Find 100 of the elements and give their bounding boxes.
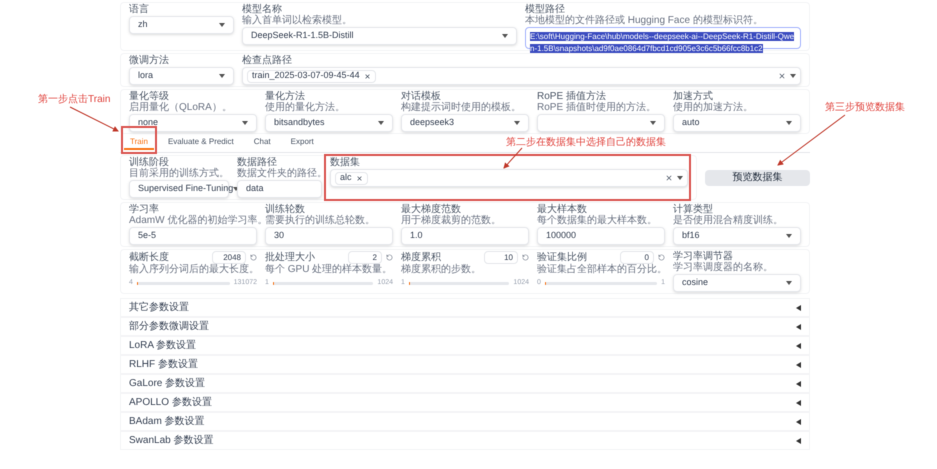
select-field[interactable]: cosine	[673, 274, 801, 292]
arrow	[70, 106, 119, 132]
tag-chip[interactable]: alc	[335, 172, 368, 184]
caret-icon	[790, 74, 796, 78]
number-input[interactable]: 0	[620, 251, 654, 264]
reset-icon[interactable]	[522, 254, 529, 261]
number-input[interactable]: 2048	[212, 251, 246, 264]
field-hint: 每个 GPU 处理的样本数量。	[265, 264, 393, 275]
input-field[interactable]: 5e-5	[129, 227, 257, 245]
field-hint: 验证集占全部样本的百分比。	[537, 264, 665, 275]
input-field[interactable]: data	[237, 180, 322, 198]
field-label: 验证集比例	[537, 252, 587, 263]
field-hint: 用于梯度裁剪的范数。	[401, 215, 501, 226]
field-label: 数据集	[330, 157, 360, 168]
accordion-header[interactable]: SwanLab 参数设置	[120, 431, 810, 450]
caret-icon	[786, 121, 792, 125]
tab[interactable]: Chat	[248, 135, 277, 149]
select-field[interactable]: zh	[129, 16, 234, 34]
select-value: zh	[138, 18, 148, 32]
accordion-header[interactable]: GaLore 参数设置	[120, 374, 810, 393]
accordion-title: 部分参数微调设置	[129, 320, 209, 334]
annotation-text: 第三步预览数据集	[825, 100, 905, 115]
accordion-header[interactable]: BAdam 参数设置	[120, 412, 810, 431]
reset-icon[interactable]	[386, 254, 393, 261]
select-field[interactable]: deepseek3	[401, 114, 529, 132]
number-input[interactable]: 2	[348, 251, 382, 264]
field-label: 梯度累积	[401, 252, 441, 263]
select-value: DeepSeek-R1-1.5B-Distill	[251, 29, 354, 42]
tab[interactable]: Evaluate & Predict	[162, 135, 240, 149]
field-label: 批处理大小	[265, 252, 315, 263]
select-value: bf16	[682, 229, 700, 242]
tag-chip[interactable]: train_2025-03-07-09-45-44	[247, 70, 376, 82]
clear-icon[interactable]	[665, 174, 673, 182]
clear-icon[interactable]	[778, 72, 786, 80]
input-field[interactable]: 1.0	[401, 227, 529, 245]
accordion-header[interactable]: LoRA 参数设置	[120, 336, 810, 355]
select-value: bitsandbytes	[274, 116, 325, 130]
input-field[interactable]: 100000	[537, 227, 665, 245]
tab[interactable]: Export	[284, 135, 320, 149]
accordion-title: BAdam 参数设置	[129, 414, 205, 429]
field-label: 量化等级	[129, 91, 169, 102]
field-label: 模型路径	[525, 4, 565, 15]
accordion-title: RLHF 参数设置	[129, 358, 198, 372]
accordion-title: APOLLO 参数设置	[129, 396, 212, 410]
field-hint: 是否使用混合精度训练。	[673, 215, 783, 226]
field-hint: 输入首单词以检索模型。	[242, 15, 352, 26]
reset-icon[interactable]	[658, 254, 665, 261]
number-input[interactable]: 10	[484, 251, 518, 264]
select-field[interactable]	[537, 114, 665, 132]
select-value: lora	[138, 69, 154, 82]
field-hint: 构建提示词时使用的模板。	[401, 102, 521, 113]
select-field[interactable]: bf16	[673, 227, 801, 245]
field-label: 量化方法	[265, 91, 305, 102]
field-hint: 使用的量化方法。	[265, 102, 345, 113]
field-hint: 梯度累积的步数。	[401, 264, 482, 275]
field-label: 训练轮数	[265, 204, 305, 215]
caret-icon	[502, 34, 508, 38]
select-field[interactable]: DeepSeek-R1-1.5B-Distill	[242, 27, 517, 45]
select-field[interactable]: lora	[129, 67, 234, 85]
input-field[interactable]: 30	[265, 227, 393, 245]
field-hint: 需要执行的训练总轮数。	[265, 215, 375, 226]
field-label: 截断长度	[129, 252, 169, 263]
accordion-title: 其它参数设置	[129, 300, 189, 315]
multi-select-field[interactable]: alc	[330, 169, 688, 187]
accordion-title: GaLore 参数设置	[129, 376, 206, 391]
select-value: cosine	[682, 276, 708, 290]
select-field[interactable]: none	[129, 114, 257, 132]
field-label: 训练阶段	[129, 157, 169, 168]
remove-icon[interactable]	[364, 72, 371, 80]
remove-icon[interactable]	[356, 174, 363, 182]
field-label: RoPE 插值方法	[537, 91, 606, 102]
accordion-header[interactable]: APOLLO 参数设置	[120, 393, 810, 412]
accordion-header[interactable]: 其它参数设置	[120, 298, 810, 317]
field-label: 语言	[129, 4, 149, 15]
select-field[interactable]: bitsandbytes	[265, 114, 393, 132]
select-value: auto	[682, 116, 700, 130]
preview-dataset-button[interactable]: 预览数据集	[705, 170, 810, 186]
field-hint: 学习率调度器的名称。	[673, 262, 773, 273]
caret-icon	[219, 23, 225, 27]
reset-icon[interactable]	[250, 254, 257, 261]
field-label: 模型名称	[242, 4, 282, 15]
field-hint: 目前采用的训练方式。	[129, 168, 229, 179]
field-label: 对话模板	[401, 91, 441, 102]
caret-icon	[650, 121, 656, 125]
field-label: 检查点路径	[242, 55, 292, 66]
field-hint: 本地模型的文件路径或 Hugging Face 的模型标识符。	[525, 15, 763, 26]
accordion-title: LoRA 参数设置	[129, 338, 196, 353]
select-value: none	[138, 116, 158, 130]
field-label: 数据路径	[237, 157, 277, 168]
multi-select-field[interactable]: train_2025-03-07-09-45-44	[242, 67, 801, 85]
accordion-header[interactable]: RLHF 参数设置	[120, 355, 810, 374]
field-label: 微调方法	[129, 55, 169, 66]
caret-icon	[677, 176, 683, 180]
field-hint: 数据文件夹的路径。	[237, 168, 327, 179]
accordion-title: SwanLab 参数设置	[129, 434, 214, 448]
field-label: 最大梯度范数	[401, 204, 461, 215]
arrow	[503, 148, 522, 169]
accordion-header[interactable]: 部分参数微调设置	[120, 317, 810, 336]
field-label: 最大样本数	[537, 204, 587, 215]
select-field[interactable]: auto	[673, 114, 801, 132]
